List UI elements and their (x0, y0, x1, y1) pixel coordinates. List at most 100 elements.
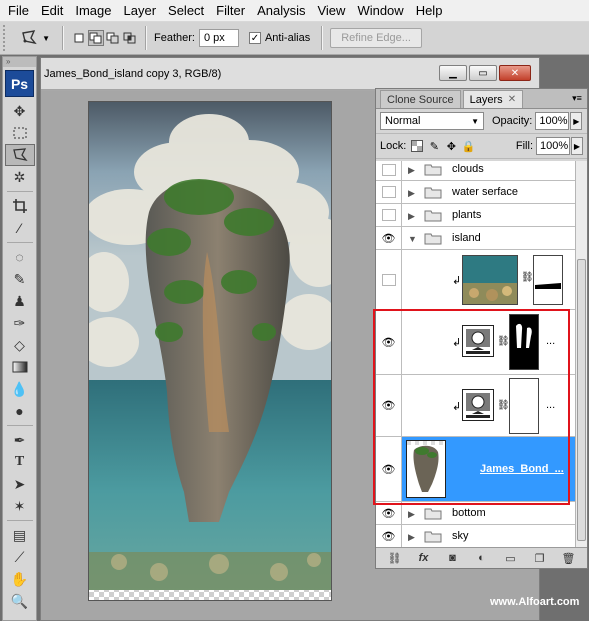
layer-row-bottom[interactable]: 👁 ▶ bottom (376, 502, 575, 525)
toolbox-collapse-icon[interactable]: » (3, 57, 36, 67)
visibility-toggle[interactable]: 👁 (376, 502, 402, 524)
mask-icon[interactable]: ◙ (444, 552, 462, 564)
lock-position-icon[interactable]: ✥ (444, 139, 458, 153)
tab-layers[interactable]: Layers ✕ (462, 90, 524, 108)
minimize-button[interactable]: ▁ (439, 65, 467, 81)
adjustment-icon[interactable] (462, 389, 494, 421)
layers-scrollbar[interactable] (575, 161, 587, 547)
layer-thumbnail[interactable] (406, 440, 446, 498)
menu-help[interactable]: Help (410, 0, 449, 22)
tool-preset-picker[interactable]: ▼ (15, 25, 55, 51)
maximize-button[interactable]: ▭ (469, 65, 497, 81)
opacity-slider-arrow[interactable]: ▶ (570, 112, 583, 130)
collapse-arrow-icon[interactable]: ▼ (408, 234, 417, 244)
scrollbar-thumb[interactable] (577, 259, 586, 541)
expand-arrow-icon[interactable]: ▶ (408, 188, 415, 199)
visibility-toggle[interactable] (376, 204, 402, 226)
eyedropper-icon[interactable]: ⟋ (5, 546, 35, 568)
visibility-toggle[interactable]: 👁 (376, 525, 402, 547)
layer-row-clouds[interactable]: ▶ clouds (376, 161, 575, 181)
new-selection-icon[interactable] (71, 30, 87, 46)
menu-view[interactable]: View (311, 0, 351, 22)
link-icon[interactable]: ⛓ (386, 552, 404, 565)
layer-mask-thumbnail[interactable] (509, 378, 539, 434)
options-bar-grip[interactable] (3, 25, 9, 51)
new-layer-icon[interactable]: ❐ (531, 552, 549, 565)
layer-row-adjustment-1[interactable]: 👁 ↲ ⛓ ... (376, 310, 575, 375)
gradient-tool-icon[interactable] (5, 356, 35, 378)
pen-tool-icon[interactable]: ✒ (5, 429, 35, 451)
zoom-tool-icon[interactable]: 🔍 (5, 590, 35, 612)
path-selection-icon[interactable]: ➤ (5, 473, 35, 495)
blend-mode-select[interactable]: Normal ▼ (380, 112, 484, 130)
fill-slider-arrow[interactable]: ▶ (571, 137, 583, 155)
menu-file[interactable]: File (2, 0, 35, 22)
visibility-toggle[interactable] (376, 181, 402, 203)
fill-input[interactable]: 100% (536, 137, 570, 155)
menu-edit[interactable]: Edit (35, 0, 69, 22)
healing-brush-icon[interactable]: ◌ (5, 246, 35, 268)
menu-select[interactable]: Select (162, 0, 210, 22)
visibility-toggle[interactable]: 👁 (376, 227, 402, 249)
magic-wand-icon[interactable]: ✲ (5, 166, 35, 188)
blur-tool-icon[interactable]: 💧 (5, 378, 35, 400)
subtract-from-selection-icon[interactable] (105, 30, 121, 46)
menu-window[interactable]: Window (351, 0, 409, 22)
expand-arrow-icon[interactable]: ▶ (408, 532, 415, 543)
feather-input[interactable] (198, 29, 239, 47)
layer-row-water-serface[interactable]: ▶ water serface (376, 181, 575, 204)
eyedropper-tool-icon[interactable]: ⁄ (5, 217, 35, 239)
adjustment-icon[interactable]: ◐ (473, 552, 491, 564)
opacity-input[interactable]: 100% (535, 112, 570, 130)
lock-transparency-icon[interactable] (410, 139, 424, 153)
layer-row-sea-bottom[interactable]: ↲ ⛓ (376, 250, 575, 310)
type-tool-icon[interactable]: T (5, 451, 35, 473)
crop-tool-icon[interactable] (5, 195, 35, 217)
antialias-checkbox[interactable]: ✓ (248, 32, 261, 44)
layer-row-plants[interactable]: ▶ plants (376, 204, 575, 227)
marquee-tool-icon[interactable] (5, 122, 35, 144)
expand-arrow-icon[interactable]: ▶ (408, 165, 415, 176)
brush-tool-icon[interactable]: ✎ (5, 268, 35, 290)
lasso-tool-icon[interactable] (4, 144, 35, 166)
hand-tool-icon[interactable]: ✋ (5, 568, 35, 590)
layer-thumbnail[interactable] (462, 255, 518, 305)
layer-mask-thumbnail[interactable] (533, 255, 563, 305)
folder-icon[interactable]: ▭ (502, 552, 520, 565)
menu-image[interactable]: Image (69, 0, 117, 22)
trash-icon[interactable]: 🗑 (560, 552, 578, 565)
notes-tool-icon[interactable]: ▤ (5, 524, 35, 546)
history-brush-icon[interactable]: ✑ (5, 312, 35, 334)
document-titlebar[interactable]: James_Bond_island copy 3, RGB/8) ▁ ▭ ✕ (41, 58, 539, 90)
tab-clone-source[interactable]: Clone Source (380, 90, 461, 108)
lock-pixels-icon[interactable]: ✎ (427, 139, 441, 153)
add-to-selection-icon[interactable] (88, 30, 104, 46)
link-icon[interactable]: ⛓ (497, 336, 510, 347)
menu-layer[interactable]: Layer (118, 0, 163, 22)
visibility-toggle[interactable]: 👁 (376, 437, 402, 501)
adjustment-icon[interactable] (462, 325, 494, 357)
link-icon[interactable]: ⛓ (521, 272, 534, 283)
close-button[interactable]: ✕ (499, 65, 531, 81)
layer-row-sky[interactable]: 👁 ▶ sky (376, 525, 575, 547)
panel-menu-icon[interactable]: ▾≡ (571, 92, 583, 104)
custom-shape-icon[interactable]: ✶ (5, 495, 35, 517)
move-tool-icon[interactable]: ✥ (5, 100, 35, 122)
layer-row-island[interactable]: 👁 ▼ island (376, 227, 575, 250)
visibility-toggle[interactable] (376, 161, 402, 180)
clone-stamp-icon[interactable]: ♟ (5, 290, 35, 312)
refine-edge-button[interactable]: Refine Edge... (330, 28, 422, 48)
expand-arrow-icon[interactable]: ▶ (408, 211, 415, 222)
visibility-toggle[interactable]: 👁 (376, 375, 402, 436)
layer-row-adjustment-2[interactable]: 👁 ↲ ⛓ ... (376, 375, 575, 437)
expand-arrow-icon[interactable]: ▶ (408, 509, 415, 520)
link-icon[interactable]: ⛓ (497, 400, 510, 411)
document-canvas[interactable] (88, 101, 332, 601)
menu-analysis[interactable]: Analysis (251, 0, 311, 22)
visibility-toggle[interactable] (376, 250, 402, 309)
fx-icon[interactable]: fx (415, 552, 433, 564)
layer-mask-thumbnail[interactable] (509, 314, 539, 370)
intersect-selection-icon[interactable] (122, 30, 138, 46)
eraser-tool-icon[interactable]: ◇ (5, 334, 35, 356)
dodge-tool-icon[interactable]: ● (5, 400, 35, 422)
